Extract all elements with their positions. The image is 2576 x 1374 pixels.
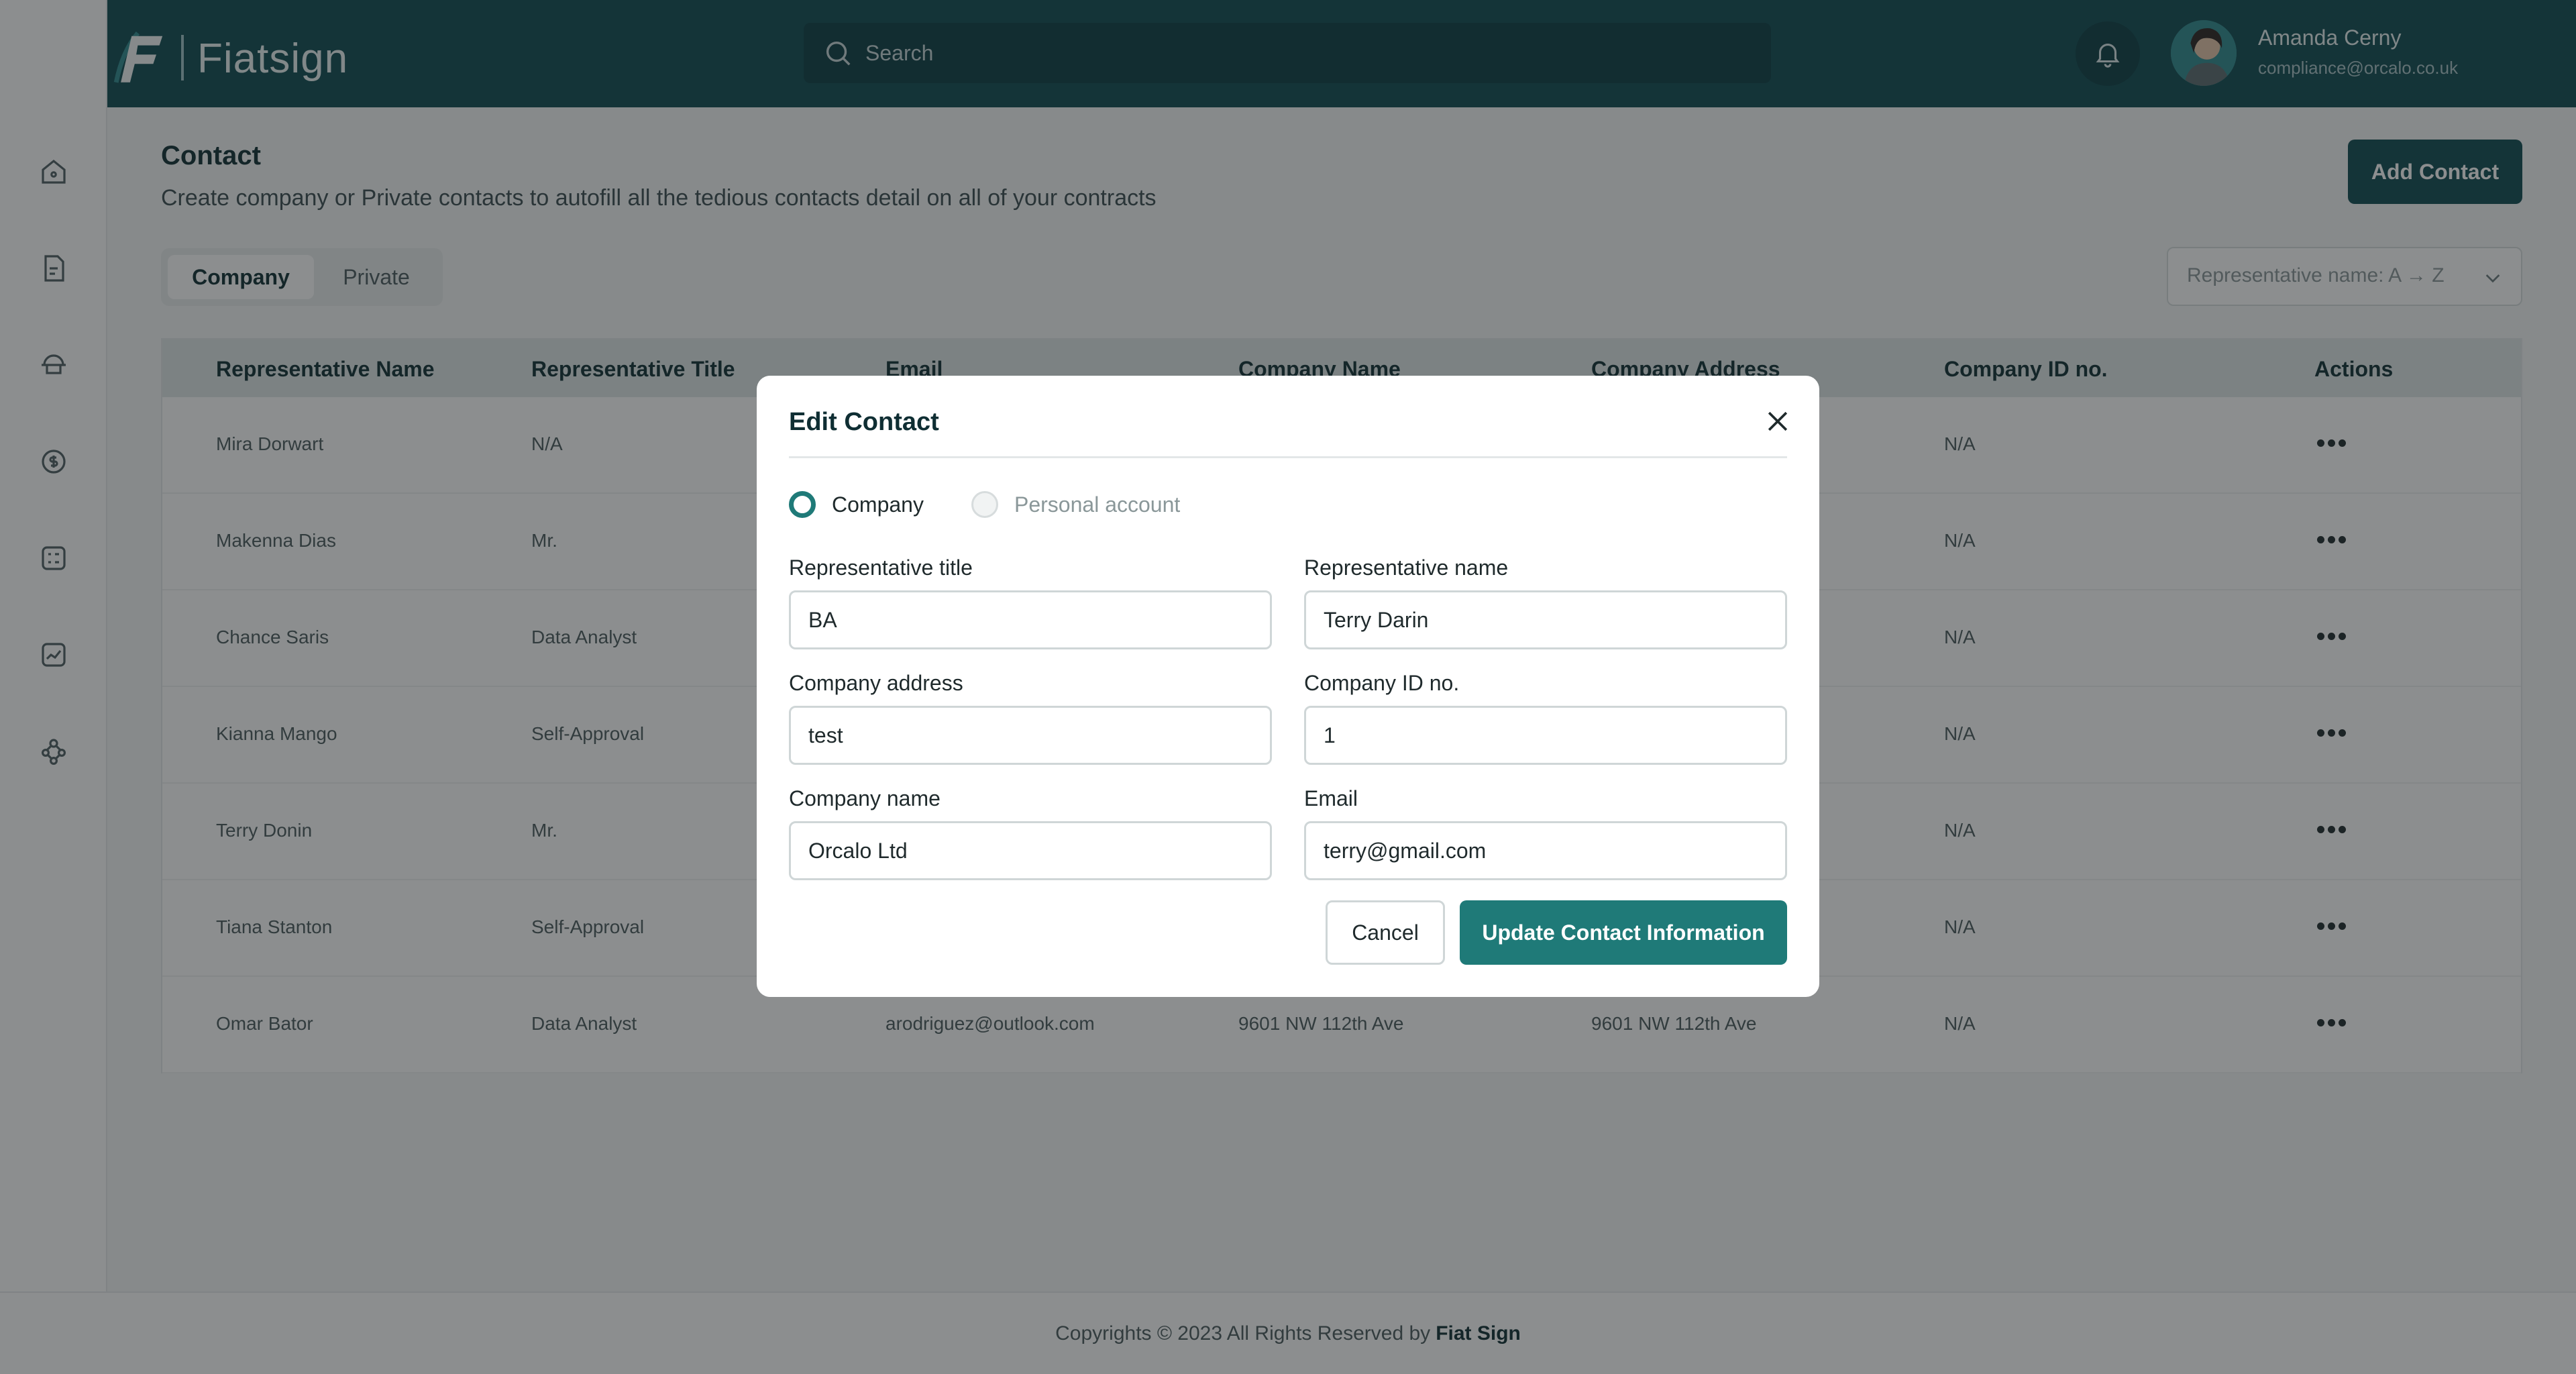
cancel-button[interactable]: Cancel xyxy=(1326,900,1445,965)
rep-name-label: Representative name xyxy=(1304,556,1509,580)
rep-title-input[interactable] xyxy=(789,590,1272,649)
company-address-label: Company address xyxy=(789,671,963,695)
company-address-input[interactable] xyxy=(789,706,1272,765)
rep-title-label: Representative title xyxy=(789,556,973,580)
rep-name-input[interactable] xyxy=(1304,590,1787,649)
update-contact-button[interactable]: Update Contact Information xyxy=(1460,900,1787,965)
company-id-label: Company ID no. xyxy=(1304,671,1460,695)
radio-unchecked-indicator xyxy=(971,491,998,518)
close-icon xyxy=(1768,411,1788,431)
company-name-label: Company name xyxy=(789,786,941,810)
email-input[interactable] xyxy=(1304,821,1787,880)
company-id-input[interactable] xyxy=(1304,706,1787,765)
radio-checked-indicator xyxy=(789,491,816,518)
close-button[interactable] xyxy=(1763,407,1792,436)
modal-divider xyxy=(789,456,1787,458)
email-label: Email xyxy=(1304,786,1358,810)
radio-company[interactable]: Company xyxy=(789,491,924,518)
radio-company-label: Company xyxy=(832,492,924,517)
edit-contact-modal: Edit Contact Company Personal account Re… xyxy=(757,376,1819,997)
modal-title: Edit Contact xyxy=(789,408,939,436)
radio-personal-label: Personal account xyxy=(1014,492,1181,517)
company-name-input[interactable] xyxy=(789,821,1272,880)
radio-personal-account[interactable]: Personal account xyxy=(971,491,1180,518)
